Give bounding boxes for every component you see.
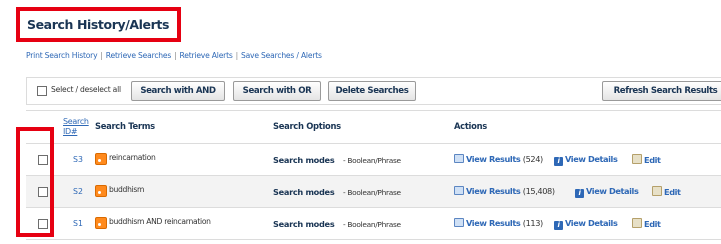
search-options-cell: Search modes - Boolean/Phrase <box>273 144 443 175</box>
search-terms-header: Search Terms <box>95 121 155 131</box>
page-title: Search History/Alerts <box>16 7 181 42</box>
edit-link[interactable]: Edit <box>652 186 681 197</box>
search-options-header: Search Options <box>273 121 341 131</box>
search-modes-label: Search modes <box>273 219 335 229</box>
search-id[interactable]: S1 <box>68 208 88 239</box>
table-row: S1 buddhism AND reincarnation Search mod… <box>26 208 721 240</box>
view-results-icon <box>454 154 464 163</box>
view-results-link[interactable]: View Results (15,408) <box>454 186 555 196</box>
search-term-cell: buddhism <box>95 176 265 207</box>
search-id-header[interactable]: Search ID# <box>63 117 91 137</box>
info-icon: i <box>575 189 584 198</box>
retrieve-searches-link[interactable]: Retrieve Searches <box>106 51 172 60</box>
search-term-cell: reincarnation <box>95 144 265 175</box>
delete-searches-button[interactable]: Delete Searches <box>328 81 416 101</box>
search-with-and-button[interactable]: Search with AND <box>131 81 225 101</box>
result-count: (113) <box>522 218 543 228</box>
search-term[interactable]: reincarnation <box>109 153 156 162</box>
search-toolbar: Select / deselect all Search with AND Se… <box>26 77 721 105</box>
search-history-table: Search ID# Search Terms Search Options A… <box>26 110 721 240</box>
info-icon: i <box>554 157 563 166</box>
edit-label: Edit <box>644 219 661 229</box>
row-checkbox[interactable] <box>38 219 48 229</box>
view-details-label: View Details <box>586 186 639 196</box>
actions-cell: View Results (113) i View Details Edit <box>454 208 721 239</box>
info-icon: i <box>554 221 563 230</box>
refresh-search-results-button[interactable]: Refresh Search Results <box>602 81 721 101</box>
view-results-icon <box>454 218 464 227</box>
retrieve-alerts-link[interactable]: Retrieve Alerts <box>180 51 233 60</box>
rss-icon[interactable] <box>95 153 107 165</box>
rss-icon[interactable] <box>95 217 107 229</box>
search-modes-label: Search modes <box>273 155 335 165</box>
print-search-history-link[interactable]: Print Search History <box>26 51 98 60</box>
edit-icon <box>632 218 642 228</box>
edit-icon <box>652 186 662 196</box>
row-checkbox[interactable] <box>38 187 48 197</box>
row-checkbox[interactable] <box>38 155 48 165</box>
save-searches-alerts-link[interactable]: Save Searches / Alerts <box>241 51 322 60</box>
search-id[interactable]: S2 <box>68 176 88 207</box>
view-results-label: View Results <box>466 154 521 164</box>
result-count: (15,408) <box>522 186 555 196</box>
search-term[interactable]: buddhism <box>109 185 144 194</box>
view-results-link[interactable]: View Results (113) <box>454 218 543 228</box>
edit-label: Edit <box>644 155 661 165</box>
search-term[interactable]: buddhism AND reincarnation <box>109 217 211 226</box>
table-row: S2 buddhism Search modes - Boolean/Phras… <box>26 176 721 208</box>
edit-label: Edit <box>664 187 681 197</box>
edit-link[interactable]: Edit <box>632 154 661 165</box>
view-results-label: View Results <box>466 218 521 228</box>
view-results-icon <box>454 186 464 195</box>
link-separator: | <box>235 51 239 60</box>
link-separator: | <box>100 51 103 60</box>
search-modes-value: - Boolean/Phrase <box>343 156 401 165</box>
search-modes-value: - Boolean/Phrase <box>343 220 401 229</box>
search-options-cell: Search modes - Boolean/Phrase <box>273 176 443 207</box>
rss-icon[interactable] <box>95 185 107 197</box>
search-term-cell: buddhism AND reincarnation <box>95 208 265 239</box>
search-with-or-button[interactable]: Search with OR <box>233 81 321 101</box>
select-all-label: Select / deselect all <box>51 85 121 94</box>
search-id[interactable]: S3 <box>68 144 88 175</box>
history-links: Print Search History | Retrieve Searches | R… <box>26 51 322 60</box>
search-modes-label: Search modes <box>273 187 335 197</box>
table-header-row: Search ID# Search Terms Search Options A… <box>26 111 721 144</box>
view-details-link[interactable]: i View Details <box>554 154 618 166</box>
edit-icon <box>632 154 642 164</box>
result-count: (524) <box>522 154 543 164</box>
view-details-label: View Details <box>565 154 618 164</box>
table-row: S3 reincarnation Search modes - Boolean/… <box>26 144 721 176</box>
actions-cell: View Results (15,408) i View Details Edit <box>454 176 721 207</box>
link-separator: | <box>174 51 177 60</box>
view-details-link[interactable]: i View Details <box>554 218 618 230</box>
edit-link[interactable]: Edit <box>632 218 661 229</box>
actions-header: Actions <box>454 121 487 131</box>
select-all-checkbox[interactable] <box>37 86 47 96</box>
actions-cell: View Results (524) i View Details Edit <box>454 144 721 175</box>
view-details-label: View Details <box>565 218 618 228</box>
view-details-link[interactable]: i View Details <box>575 186 639 198</box>
view-results-label: View Results <box>466 186 521 196</box>
search-options-cell: Search modes - Boolean/Phrase <box>273 208 443 239</box>
view-results-link[interactable]: View Results (524) <box>454 154 543 164</box>
search-modes-value: - Boolean/Phrase <box>343 188 401 197</box>
